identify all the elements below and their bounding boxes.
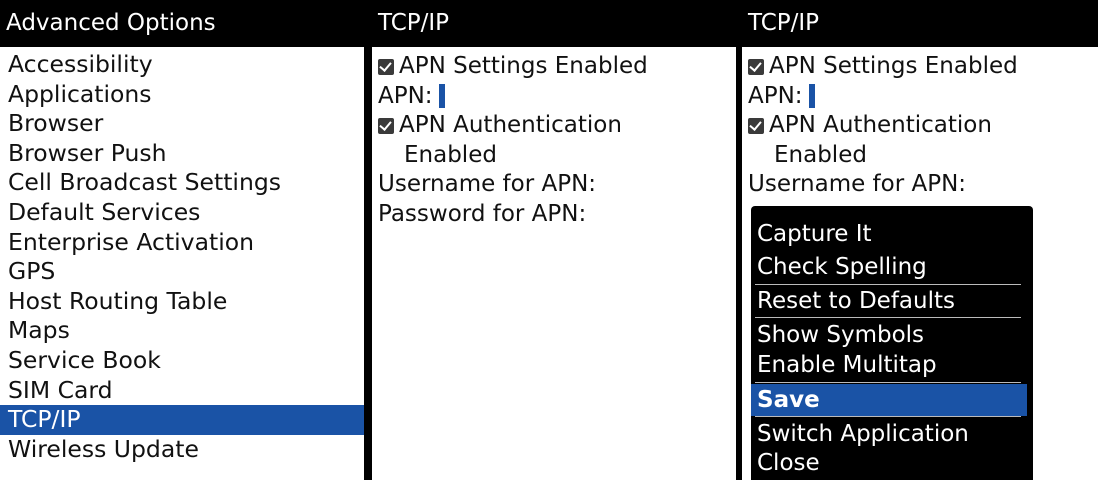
apn-auth-label: APN Authentication bbox=[399, 112, 622, 139]
list-item-browser-push[interactable]: Browser Push bbox=[0, 139, 364, 169]
password-field[interactable]: Password for APN: bbox=[372, 200, 736, 230]
list-item-maps[interactable]: Maps bbox=[0, 316, 364, 346]
context-menu: Capture It Check Spelling Reset to Defau… bbox=[751, 206, 1033, 480]
checkbox-checked-icon[interactable] bbox=[748, 118, 764, 135]
screen-title: TCP/IP bbox=[372, 0, 736, 47]
apn-settings-checkbox-row[interactable]: APN Settings Enabled bbox=[742, 52, 1098, 82]
menu-item-show-symbols[interactable]: Show Symbols bbox=[751, 319, 1027, 351]
list-item-cell-broadcast-settings[interactable]: Cell Broadcast Settings bbox=[0, 168, 364, 198]
list-item-sim-card[interactable]: SIM Card bbox=[0, 376, 364, 406]
tcpip-screen: TCP/IP APN Settings Enabled APN: APN Aut… bbox=[372, 0, 736, 480]
checkbox-checked-icon[interactable] bbox=[748, 59, 764, 75]
menu-divider bbox=[755, 416, 1021, 417]
menu-item-close[interactable]: Close bbox=[751, 447, 1027, 479]
advanced-options-screen: Advanced Options Accessibility Applicati… bbox=[0, 0, 364, 480]
list-item-applications[interactable]: Applications bbox=[0, 80, 364, 110]
apn-settings-label: APN Settings Enabled bbox=[769, 53, 1018, 79]
list-item-gps[interactable]: GPS bbox=[0, 257, 364, 287]
apn-auth-label-cont: Enabled bbox=[404, 141, 497, 168]
apn-label: APN: bbox=[748, 82, 803, 109]
apn-field-row[interactable]: APN: bbox=[742, 82, 1098, 112]
list-item-browser[interactable]: Browser bbox=[0, 109, 364, 139]
username-field[interactable]: Username for APN: bbox=[372, 170, 736, 200]
menu-item-capture-it[interactable]: Capture It bbox=[751, 218, 1027, 250]
screen-title: TCP/IP bbox=[742, 0, 1098, 47]
list-item-service-book[interactable]: Service Book bbox=[0, 346, 364, 376]
list-item-host-routing-table[interactable]: Host Routing Table bbox=[0, 287, 364, 317]
text-cursor-icon bbox=[438, 83, 445, 108]
apn-auth-checkbox-row[interactable]: APN Authentication bbox=[742, 111, 1098, 141]
menu-item-reset-to-defaults[interactable]: Reset to Defaults bbox=[751, 285, 1027, 317]
menu-item-switch-application[interactable]: Switch Application bbox=[751, 418, 1027, 450]
list-item-tcp-ip[interactable]: TCP/IP bbox=[0, 405, 364, 435]
text-cursor-icon bbox=[808, 83, 815, 108]
apn-label: APN: bbox=[378, 82, 433, 109]
checkbox-checked-icon[interactable] bbox=[378, 59, 394, 75]
menu-item-save[interactable]: Save bbox=[751, 384, 1027, 416]
apn-settings-label: APN Settings Enabled bbox=[399, 53, 648, 79]
menu-item-check-spelling[interactable]: Check Spelling bbox=[751, 251, 1027, 283]
apn-auth-checkbox-row[interactable]: APN Authentication bbox=[372, 111, 736, 141]
checkbox-checked-icon[interactable] bbox=[378, 118, 394, 135]
apn-auth-label-cont: Enabled bbox=[774, 141, 867, 168]
apn-field-row[interactable]: APN: bbox=[372, 82, 736, 112]
list-item-enterprise-activation[interactable]: Enterprise Activation bbox=[0, 228, 364, 258]
list-item-accessibility[interactable]: Accessibility bbox=[0, 50, 364, 80]
menu-divider bbox=[755, 317, 1021, 318]
apn-auth-label: APN Authentication bbox=[769, 112, 992, 139]
options-list: Accessibility Applications Browser Brows… bbox=[0, 47, 364, 464]
username-field[interactable]: Username for APN: bbox=[742, 170, 1098, 200]
list-item-wireless-update[interactable]: Wireless Update bbox=[0, 435, 364, 465]
screen-title: Advanced Options bbox=[0, 0, 364, 47]
menu-item-enable-multitap[interactable]: Enable Multitap bbox=[751, 349, 1027, 381]
apn-settings-checkbox-row[interactable]: APN Settings Enabled bbox=[372, 52, 736, 82]
list-item-default-services[interactable]: Default Services bbox=[0, 198, 364, 228]
menu-divider bbox=[755, 382, 1021, 383]
